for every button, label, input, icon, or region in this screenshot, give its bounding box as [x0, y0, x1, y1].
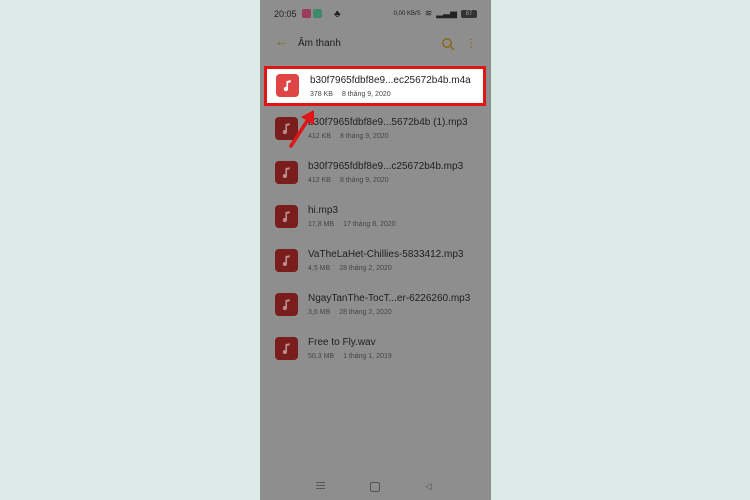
- file-meta: 50,3 MB 1 tháng 1, 2019: [308, 353, 392, 360]
- file-date: 1 tháng 1, 2019: [343, 353, 392, 360]
- file-meta: 378 KB 8 tháng 9, 2020: [310, 91, 391, 98]
- status-time: 20:05: [274, 9, 297, 19]
- system-nav-bar: ◁: [260, 474, 491, 500]
- music-note-icon: [275, 337, 298, 360]
- file-list-item[interactable]: VaTheLaHet-Chillies-5833412.mp3 4,5 MB 28…: [260, 242, 491, 286]
- file-list-item-selected[interactable]: b30f7965fdbf8e9...ec25672b4b.m4a 378 KB 8…: [264, 66, 486, 106]
- file-meta: 17,8 MB 17 tháng 8, 2020: [308, 221, 396, 228]
- wifi-icon: ≋: [424, 8, 433, 18]
- file-name: b30f7965fdbf8e9...ec25672b4b.m4a: [310, 75, 471, 86]
- status-indicators: 0,00 KB/S ≋ ▂▃▅ 87: [394, 8, 477, 19]
- file-name: NgayTanThe-TocT...er-6226260.mp3: [308, 293, 471, 304]
- signal-icon: ▂▃▅: [436, 8, 457, 18]
- phone-screen: 20:05 ♣ 0,00 KB/S ≋ ▂▃▅ 87 ← Âm thanh ⋮ …: [260, 0, 491, 500]
- file-list-item[interactable]: hi.mp3 17,8 MB 17 tháng 8, 2020: [260, 198, 491, 242]
- app-bar: ← Âm thanh ⋮: [260, 26, 491, 62]
- file-date: 8 tháng 9, 2020: [341, 91, 391, 98]
- file-size: 17,8 MB: [308, 221, 335, 228]
- page-title: Âm thanh: [298, 38, 341, 49]
- file-size: 378 KB: [310, 91, 333, 98]
- file-size: 3,6 MB: [308, 309, 331, 316]
- file-size: 4,5 MB: [308, 265, 331, 272]
- back-triangle-icon[interactable]: ◁: [425, 481, 432, 491]
- notification-app-icon: [313, 9, 322, 18]
- notification-android-icon: ♣: [334, 9, 341, 20]
- file-list-item[interactable]: Free to Fly.wav 50,3 MB 1 tháng 1, 2019: [260, 330, 491, 374]
- file-size: 412 KB: [308, 177, 331, 184]
- notification-app-icon: [302, 9, 311, 18]
- status-bar: 20:05 ♣ 0,00 KB/S ≋ ▂▃▅ 87: [260, 0, 491, 26]
- file-date: 28 tháng 2, 2020: [339, 265, 392, 272]
- music-note-icon: [275, 293, 298, 316]
- music-note-icon: [275, 205, 298, 228]
- more-vertical-icon[interactable]: ⋮: [465, 36, 477, 50]
- file-date: 28 tháng 2, 2020: [339, 309, 392, 316]
- back-arrow-icon[interactable]: ←: [274, 33, 290, 51]
- music-note-icon: [275, 161, 298, 184]
- file-name: VaTheLaHet-Chillies-5833412.mp3: [308, 249, 464, 260]
- file-meta: 3,6 MB 28 tháng 2, 2020: [308, 309, 392, 316]
- file-name: hi.mp3: [308, 205, 339, 216]
- battery-icon: 87: [461, 9, 477, 18]
- file-meta: 4,5 MB 28 tháng 2, 2020: [308, 265, 392, 272]
- home-icon[interactable]: [370, 482, 380, 492]
- menu-icon[interactable]: [316, 482, 325, 489]
- file-name: Free to Fly.wav: [308, 337, 376, 348]
- file-list-item[interactable]: b30f7965fdbf8e9...c25672b4b.mp3 412 KB 8 …: [260, 154, 491, 198]
- file-date: 17 tháng 8, 2020: [343, 221, 396, 228]
- music-note-icon: [275, 249, 298, 272]
- file-date: 8 tháng 9, 2020: [339, 133, 389, 140]
- file-list-item[interactable]: NgayTanThe-TocT...er-6226260.mp3 3,6 MB 2…: [260, 286, 491, 330]
- file-name: b30f7965fdbf8e9...c25672b4b.mp3: [308, 161, 464, 172]
- search-icon[interactable]: [441, 37, 455, 56]
- network-speed: 0,00 KB/S: [393, 10, 421, 17]
- file-meta: 412 KB 8 tháng 9, 2020: [308, 177, 389, 184]
- annotation-arrow-icon: [289, 110, 314, 148]
- file-name: b30f7965fdbf8e9...5672b4b (1).mp3: [308, 117, 468, 128]
- music-note-icon: [276, 74, 299, 97]
- file-size: 50,3 MB: [308, 353, 335, 360]
- file-date: 8 tháng 9, 2020: [339, 177, 389, 184]
